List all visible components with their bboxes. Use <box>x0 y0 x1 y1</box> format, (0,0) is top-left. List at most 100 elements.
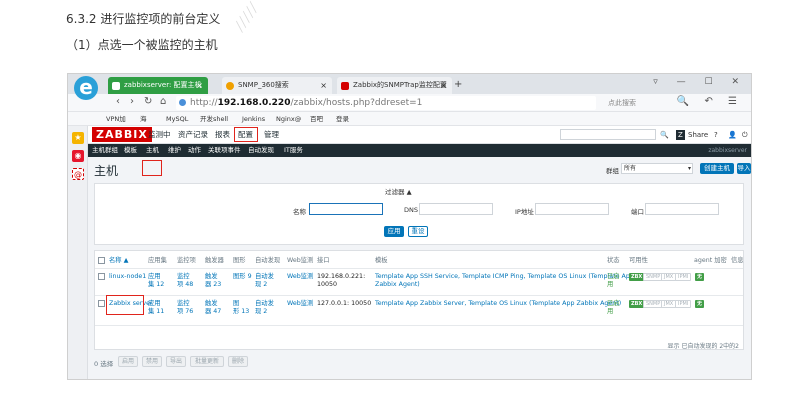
filter-ip-input[interactable] <box>535 203 609 215</box>
bookmark-item[interactable]: 海 <box>140 112 147 126</box>
share-link[interactable]: Share <box>688 129 708 141</box>
back-icon[interactable]: ‹ <box>116 96 120 107</box>
logout-icon[interactable]: ⏻ <box>742 129 748 141</box>
search-icon[interactable]: 🔍 <box>660 129 669 141</box>
zbx-availability-badge: ZBX <box>629 273 645 281</box>
secure-icon <box>179 99 186 106</box>
enable-button[interactable]: 启用 <box>118 356 138 367</box>
new-tab-icon[interactable]: + <box>454 77 462 93</box>
row-checkbox[interactable] <box>98 300 105 307</box>
tab-label: Zabbix的SNMPTrap监控配置 <box>353 81 447 89</box>
filter-port-label: 端口 <box>631 208 644 216</box>
document-heading: 6.3.2 进行监控项的前台定义 <box>66 12 221 26</box>
browser-menu-icon[interactable]: 🔍 ↶ ☰ <box>677 96 743 107</box>
host-discovery-link[interactable]: 自动发现 2 <box>255 300 274 316</box>
column-header-name[interactable]: 名称 ▲ <box>109 257 128 265</box>
menu-reports[interactable]: 报表 <box>215 129 230 141</box>
host-triggers-link[interactable]: 触发器 23 <box>205 273 221 289</box>
host-items-link[interactable]: 监控项 48 <box>177 273 193 289</box>
cell-line: 集 11 <box>148 308 165 315</box>
row-checkbox[interactable] <box>98 273 105 280</box>
user-icon[interactable]: 👤 <box>728 129 737 141</box>
browser-search-field[interactable]: 点此搜索 <box>608 98 636 108</box>
host-interface: 127.0.0.1: 10050 <box>317 300 372 307</box>
submenu-discovery[interactable]: 自动发现 <box>248 144 274 157</box>
host-templates-link[interactable]: Template App Zabbix Server, Template OS … <box>375 300 621 308</box>
column-header: 触发器 <box>205 257 224 264</box>
bookmark-item[interactable]: 开发shell <box>200 112 228 126</box>
star-icon[interactable]: ★ <box>72 132 84 144</box>
bookmark-item[interactable]: Nginx@ <box>276 112 301 126</box>
bookmark-item[interactable]: MySQL <box>166 112 188 126</box>
menu-inventory[interactable]: 资产记录 <box>178 129 208 141</box>
host-discovery-link[interactable]: 自动发现 2 <box>255 273 274 289</box>
submenu-hosts[interactable]: 主机 <box>146 144 159 157</box>
host-items-link[interactable]: 监控项 76 <box>177 300 193 316</box>
bookmark-item[interactable]: 登录 <box>336 112 349 126</box>
host-status-link[interactable]: 已启用 <box>607 300 620 316</box>
submenu-maintenance[interactable]: 维护 <box>168 144 181 157</box>
bookmarks-bar: VPN加 海 MySQL 开发shell Jenkins Nginx@ 百吧 登… <box>68 112 751 126</box>
mass-update-button[interactable]: 批量更新 <box>190 356 224 367</box>
cell-line: 应用 <box>148 300 161 307</box>
ipmi-availability-badge: IPMI <box>675 300 692 308</box>
forward-icon[interactable]: › <box>130 96 134 107</box>
close-icon[interactable]: × <box>196 77 203 94</box>
cell-line: 器 47 <box>205 308 222 315</box>
filter-reset-button[interactable]: 重设 <box>408 226 428 237</box>
zabbix-logo[interactable]: ZABBIX <box>92 127 152 142</box>
import-button[interactable]: 导入 <box>737 163 751 174</box>
weibo-icon[interactable]: ◉ <box>72 150 84 162</box>
submenu-host-groups[interactable]: 主机群组 <box>92 144 118 157</box>
export-button[interactable]: 导出 <box>166 356 186 367</box>
host-templates-link[interactable]: Template App SSH Service, Template ICMP … <box>375 273 634 289</box>
home-icon[interactable]: ⌂ <box>160 96 166 107</box>
host-triggers-link[interactable]: 触发器 47 <box>205 300 221 316</box>
bookmark-item[interactable]: 百吧 <box>310 112 323 126</box>
browser-tab-active[interactable]: zabbixserver: 配置主机 × <box>108 77 208 94</box>
filter-name-input[interactable] <box>309 203 383 215</box>
host-graphs-link[interactable]: 图形 9 <box>233 273 252 281</box>
mail-icon[interactable]: @ <box>72 168 84 180</box>
bookmark-item[interactable]: Jenkins <box>242 112 265 126</box>
host-applications-link[interactable]: 应用集 12 <box>148 273 164 289</box>
filter-apply-button[interactable]: 应用 <box>384 226 404 237</box>
help-icon[interactable]: ? <box>714 129 718 141</box>
menu-monitoring[interactable]: 监测中 <box>148 129 171 141</box>
bookmark-item[interactable]: VPN加 <box>106 112 126 126</box>
host-graphs-link[interactable]: 图形 13 <box>233 300 249 316</box>
submenu-actions[interactable]: 动作 <box>188 144 201 157</box>
disable-button[interactable]: 禁用 <box>142 356 162 367</box>
filter-dns-input[interactable] <box>419 203 493 215</box>
browser-tab[interactable]: Zabbix的SNMPTrap监控配置 × <box>337 77 452 94</box>
window-controls-icon[interactable]: ▿ — ☐ ✕ <box>653 77 747 87</box>
host-web-link[interactable]: Web监测 <box>287 300 313 308</box>
filter-port-input[interactable] <box>645 203 719 215</box>
reload-icon[interactable]: ↻ <box>144 96 152 107</box>
filter-toggle[interactable]: 过滤器 ▲ <box>385 186 412 196</box>
filter-ip-label: IP地址 <box>515 208 534 216</box>
share-icon[interactable]: Z <box>676 130 685 140</box>
host-web-link[interactable]: Web监测 <box>287 273 313 281</box>
host-applications-link[interactable]: 应用集 11 <box>148 300 164 316</box>
select-all-checkbox[interactable] <box>98 257 105 264</box>
submenu-correlation[interactable]: 关联项事件 <box>208 144 241 157</box>
url-prefix: http:// <box>190 98 218 108</box>
create-host-button[interactable]: 创建主机 <box>700 163 734 174</box>
close-icon[interactable]: × <box>440 77 447 94</box>
submenu-templates[interactable]: 模板 <box>124 144 137 157</box>
delete-button[interactable]: 删除 <box>228 356 248 367</box>
cell-line: 图 <box>233 300 240 307</box>
host-name-link[interactable]: linux-node1 <box>109 273 146 281</box>
cell-line: 监控 <box>177 300 190 307</box>
row-divider <box>95 268 743 269</box>
zabbix-search-input[interactable] <box>560 129 656 140</box>
browser-tab[interactable]: SNMP_360搜索 × <box>222 77 332 94</box>
group-select[interactable]: 所有 ▾ <box>621 163 693 174</box>
url-input[interactable]: http://192.168.0.220/zabbix/hosts.php?dd… <box>176 96 596 110</box>
host-status-link[interactable]: 已启用 <box>607 273 620 289</box>
menu-administration[interactable]: 管理 <box>264 129 279 141</box>
close-icon[interactable]: × <box>320 77 327 94</box>
browser-side-rail: ★ ◉ @ <box>68 126 88 379</box>
submenu-services[interactable]: IT服务 <box>284 144 303 157</box>
